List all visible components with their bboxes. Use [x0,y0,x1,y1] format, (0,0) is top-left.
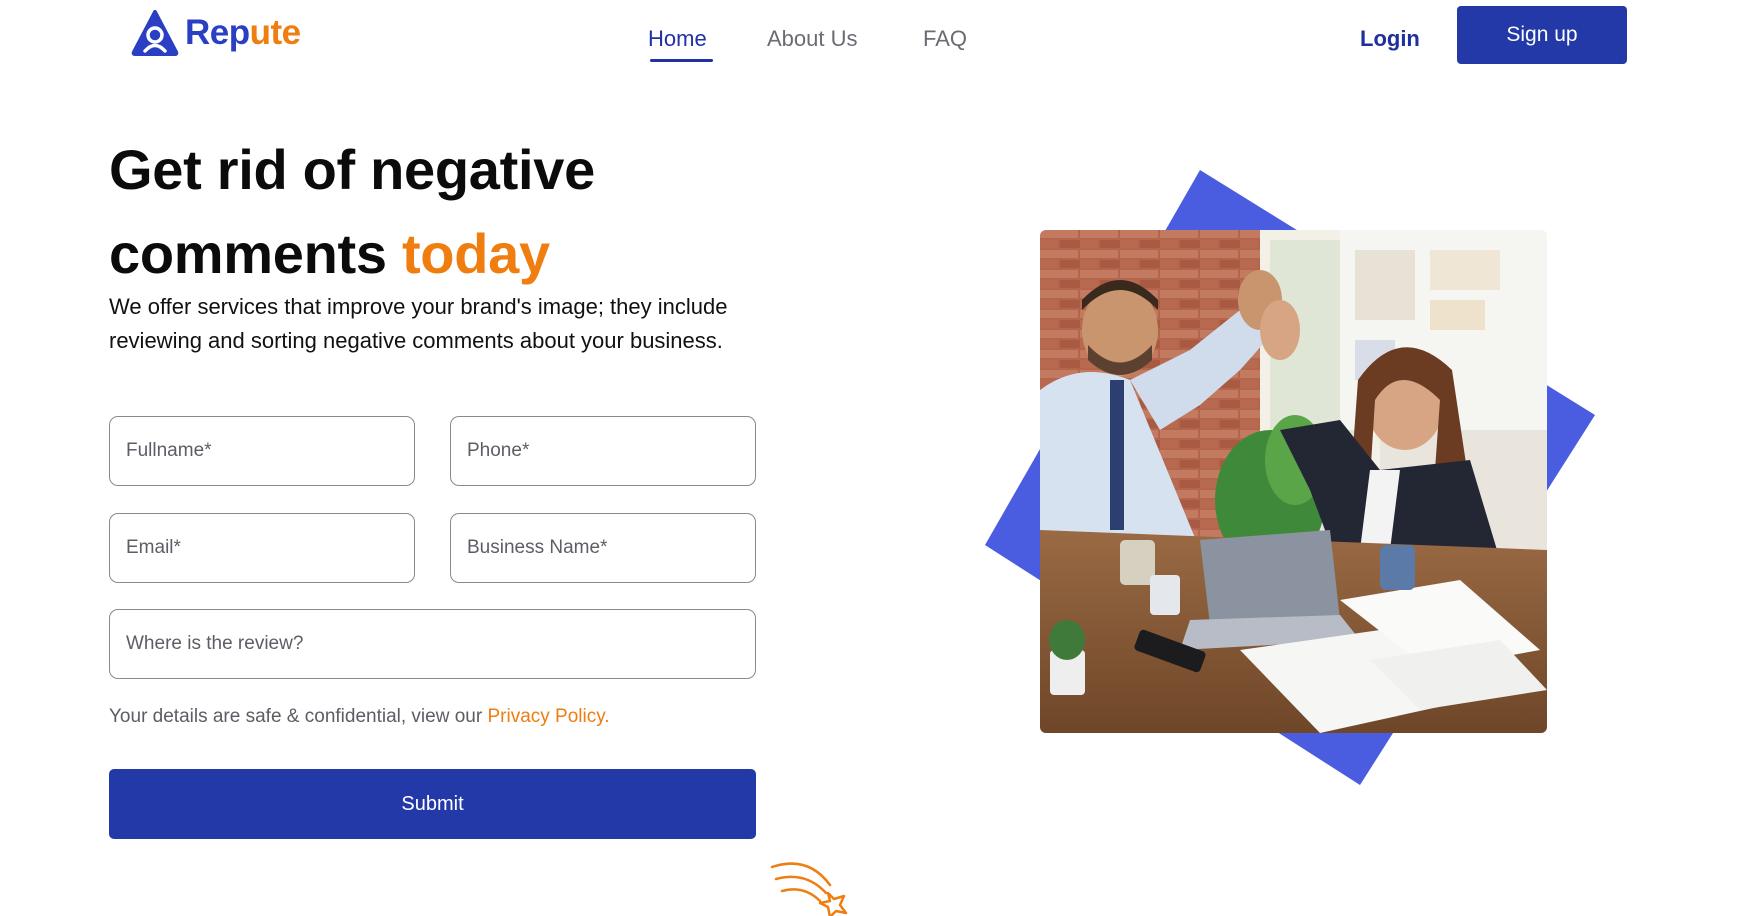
nav-faq[interactable]: FAQ [923,20,967,58]
email-input[interactable] [109,513,415,583]
logo-wordmark: Repute [185,13,301,52]
hero-title-line2: comments [109,222,387,285]
signup-button[interactable]: Sign up [1457,6,1627,64]
privacy-policy-link[interactable]: Privacy Policy. [487,706,609,727]
shooting-star-icon [770,862,848,916]
nav-about-us[interactable]: About Us [767,20,858,58]
hero-title-accent: today [401,222,550,285]
user-pin-icon [131,10,179,56]
login-link[interactable]: Login [1360,20,1420,58]
privacy-text: Your details are safe & confidential, vi… [109,706,488,727]
logo[interactable]: Repute [130,10,301,56]
business-name-input[interactable] [450,513,756,583]
fullname-input[interactable] [109,416,415,486]
hero-title: Get rid of negative comments today [109,128,809,296]
phone-input[interactable] [450,416,756,486]
hero-photo-high-five [1040,230,1547,733]
nav-home[interactable]: Home [648,20,707,58]
hero-image-container [975,165,1605,795]
review-location-input[interactable] [109,609,756,679]
active-nav-indicator [650,59,713,62]
hero-title-line1: Get rid of negative [109,138,595,201]
submit-button[interactable]: Submit [109,769,756,839]
hero-subtitle: We offer services that improve your bran… [109,294,728,353]
privacy-note: Your details are safe & confidential, vi… [109,706,610,728]
